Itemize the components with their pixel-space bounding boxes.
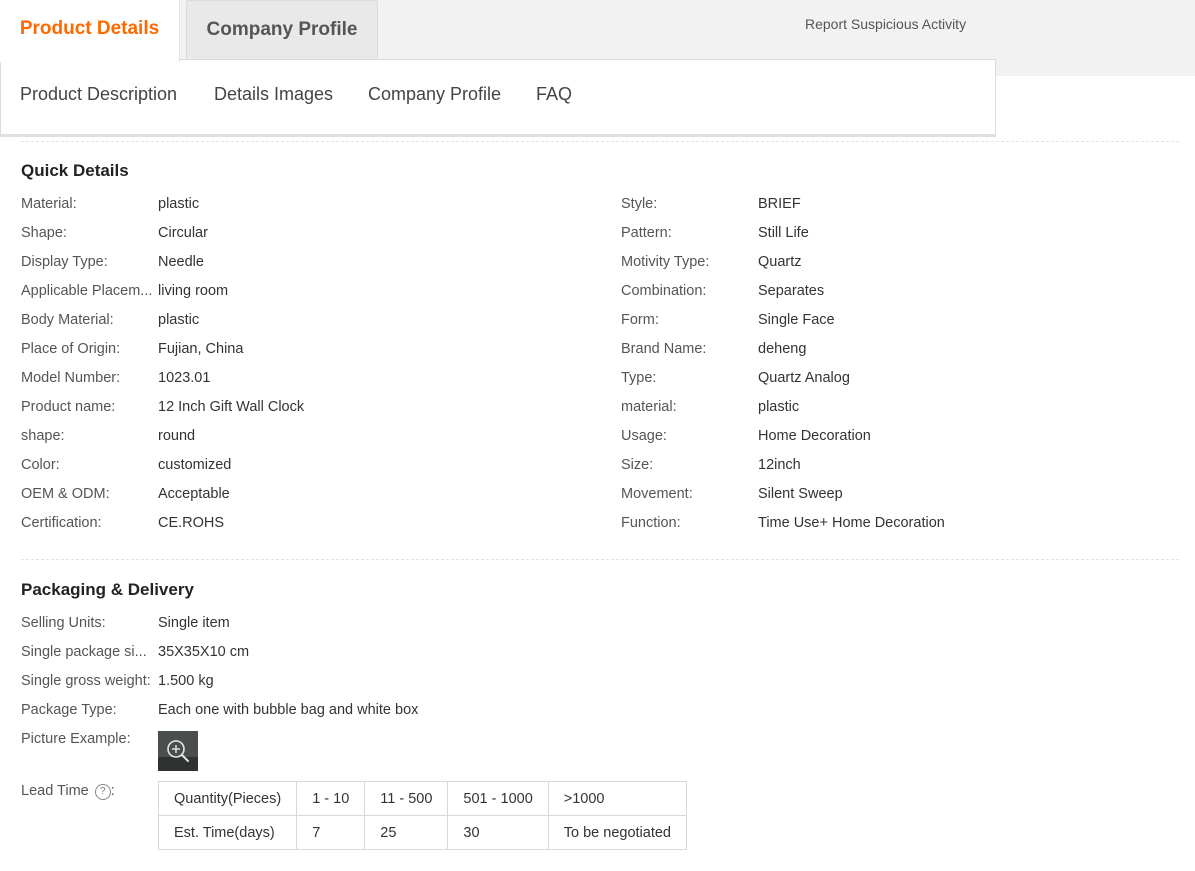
packaging-label: Package Type: bbox=[21, 702, 117, 718]
subnav-company-profile[interactable]: Company Profile bbox=[368, 84, 501, 105]
detail-value: Still Life bbox=[758, 225, 809, 241]
detail-label: Form: bbox=[621, 312, 659, 328]
detail-value: CE.ROHS bbox=[158, 515, 225, 531]
detail-label: Applicable Placem... bbox=[21, 283, 153, 299]
lead-time-label: Lead Time bbox=[21, 783, 89, 799]
detail-label: Type: bbox=[621, 370, 657, 386]
detail-label: Pattern: bbox=[621, 225, 672, 241]
detail-value: Quartz Analog bbox=[758, 370, 850, 386]
detail-label: Style: bbox=[621, 196, 658, 212]
detail-label: Combination: bbox=[621, 283, 707, 299]
detail-label: shape: bbox=[21, 428, 65, 444]
lead-time-table: Quantity(Pieces) 1 - 10 11 - 500 501 - 1… bbox=[157, 781, 688, 850]
detail-value: plastic bbox=[158, 196, 200, 212]
divider bbox=[21, 559, 1179, 560]
table-cell: 7 bbox=[296, 815, 366, 850]
detail-label: Body Material: bbox=[21, 312, 114, 328]
subnav-faq[interactable]: FAQ bbox=[536, 84, 572, 105]
detail-value: customized bbox=[158, 457, 232, 473]
help-icon[interactable]: ? bbox=[94, 784, 111, 800]
packaging-value: 35X35X10 cm bbox=[158, 644, 250, 660]
detail-value: 12inch bbox=[758, 457, 801, 473]
packaging-label: Selling Units: bbox=[21, 615, 106, 631]
detail-label: Place of Origin: bbox=[21, 341, 121, 357]
detail-label: Product name: bbox=[21, 399, 116, 415]
detail-value: Fujian, China bbox=[158, 341, 244, 357]
table-row: Quantity(Pieces) 1 - 10 11 - 500 501 - 1… bbox=[157, 781, 688, 816]
table-cell: Est. Time(days) bbox=[157, 815, 298, 850]
picture-example-thumbnail[interactable] bbox=[158, 731, 198, 771]
detail-label: Display Type: bbox=[21, 254, 108, 270]
detail-value: Time Use+ Home Decoration bbox=[758, 515, 945, 531]
packaging-value: Each one with bubble bag and white box bbox=[158, 702, 419, 718]
tab-product-details[interactable]: Product Details bbox=[0, 0, 180, 62]
detail-value: 12 Inch Gift Wall Clock bbox=[158, 399, 305, 415]
detail-value: round bbox=[158, 428, 196, 444]
lead-time-row: Lead Time ?: bbox=[21, 781, 158, 801]
detail-label: Color: bbox=[21, 457, 60, 473]
product-subnav: Product Description Details Images Compa… bbox=[0, 59, 996, 137]
detail-label: Model Number: bbox=[21, 370, 121, 386]
table-cell: >1000 bbox=[547, 781, 688, 816]
detail-value: Home Decoration bbox=[758, 428, 871, 444]
table-cell: To be negotiated bbox=[547, 815, 688, 850]
detail-value: Needle bbox=[158, 254, 204, 270]
divider bbox=[21, 141, 1179, 142]
detail-label: Function: bbox=[621, 515, 681, 531]
subnav-product-description[interactable]: Product Description bbox=[20, 84, 177, 105]
packaging-label: Single package si... bbox=[21, 644, 147, 660]
tab-company-profile[interactable]: Company Profile bbox=[186, 0, 378, 60]
table-cell: 1 - 10 bbox=[296, 781, 366, 816]
detail-value: Silent Sweep bbox=[758, 486, 843, 502]
detail-label: Material: bbox=[21, 196, 77, 212]
report-suspicious-activity-link[interactable]: Report Suspicious Activity bbox=[805, 16, 966, 32]
detail-label: OEM & ODM: bbox=[21, 486, 110, 502]
table-cell: 30 bbox=[447, 815, 549, 850]
zoom-in-icon bbox=[158, 731, 198, 771]
detail-value: living room bbox=[158, 283, 229, 299]
table-cell: 11 - 500 bbox=[364, 781, 449, 816]
packaging-label: Single gross weight: bbox=[21, 673, 151, 689]
detail-label: Usage: bbox=[621, 428, 667, 444]
detail-value: Circular bbox=[158, 225, 208, 241]
detail-value: Separates bbox=[758, 283, 825, 299]
detail-label: Brand Name: bbox=[621, 341, 707, 357]
detail-label: Size: bbox=[621, 457, 654, 473]
detail-value: deheng bbox=[758, 341, 807, 357]
packaging-delivery-title: Packaging & Delivery bbox=[21, 580, 194, 599]
detail-value: Acceptable bbox=[158, 486, 230, 502]
detail-value: BRIEF bbox=[758, 196, 801, 212]
detail-value: plastic bbox=[758, 399, 800, 415]
detail-label: Certification: bbox=[21, 515, 102, 531]
subnav-details-images[interactable]: Details Images bbox=[214, 84, 333, 105]
table-cell: Quantity(Pieces) bbox=[157, 781, 298, 816]
detail-value: Single Face bbox=[758, 312, 835, 328]
lead-time-colon: : bbox=[110, 783, 115, 799]
detail-label: Movement: bbox=[621, 486, 693, 502]
detail-value: 1023.01 bbox=[158, 370, 211, 386]
detail-value: Quartz bbox=[758, 254, 802, 270]
detail-label: material: bbox=[621, 399, 677, 415]
table-row: Est. Time(days) 7 25 30 To be negotiated bbox=[157, 815, 688, 850]
detail-label: Motivity Type: bbox=[621, 254, 710, 270]
detail-label: Shape: bbox=[21, 225, 67, 241]
packaging-value: 1.500 kg bbox=[158, 673, 214, 689]
detail-value: plastic bbox=[158, 312, 200, 328]
table-cell: 25 bbox=[364, 815, 449, 850]
table-cell: 501 - 1000 bbox=[447, 781, 549, 816]
packaging-value: Single item bbox=[158, 615, 230, 631]
quick-details-title: Quick Details bbox=[21, 161, 129, 180]
picture-example-label: Picture Example: bbox=[21, 731, 131, 747]
